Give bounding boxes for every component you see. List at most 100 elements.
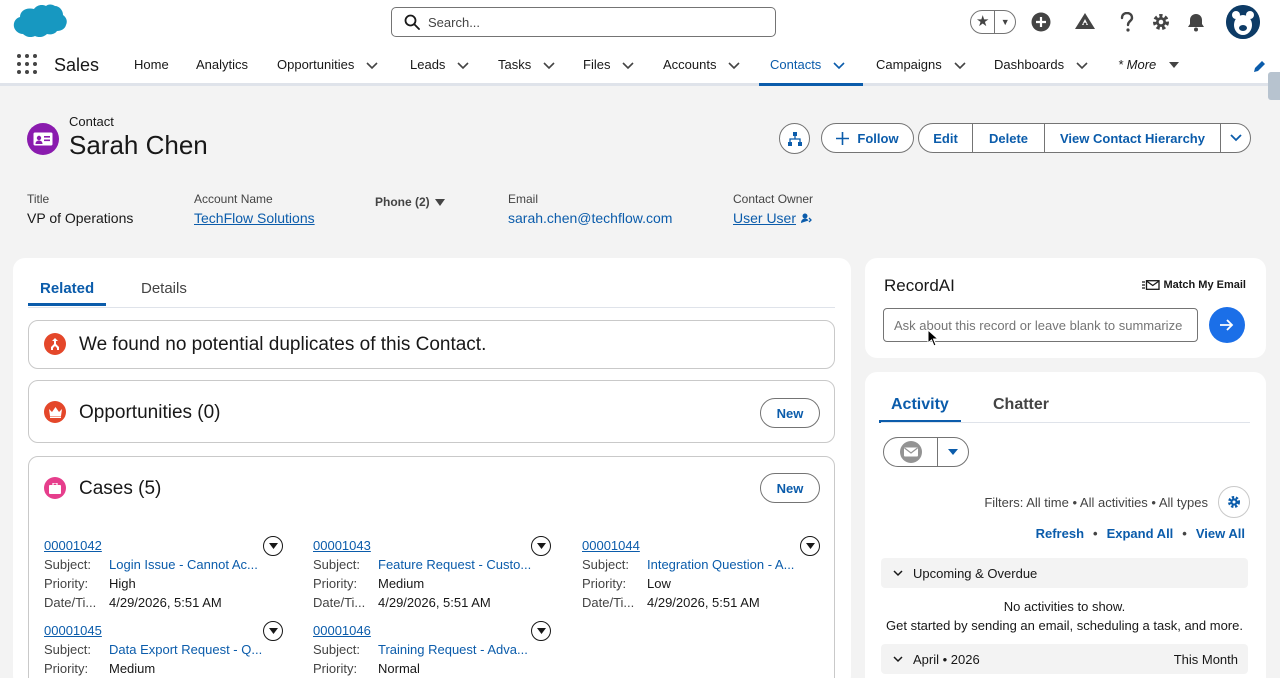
tab-divider: [28, 307, 835, 308]
chevron-down-icon[interactable]: [954, 59, 966, 71]
user-avatar[interactable]: [1226, 5, 1260, 39]
email-action-group[interactable]: [883, 437, 969, 467]
follow-button[interactable]: Follow: [821, 123, 914, 153]
chevron-down-icon: [1229, 134, 1242, 142]
nav-item-more[interactable]: * More: [1118, 46, 1180, 83]
view-contact-hierarchy-button[interactable]: View Contact Hierarchy: [1044, 123, 1221, 153]
change-owner-icon[interactable]: [800, 212, 812, 224]
global-create-icon[interactable]: [1030, 11, 1052, 33]
case-number-link[interactable]: 00001043: [313, 538, 371, 553]
view-all-link[interactable]: View All: [1196, 526, 1245, 541]
expand-all-link[interactable]: Expand All: [1107, 526, 1174, 541]
email-link[interactable]: sarah.chen@techflow.com: [508, 210, 672, 226]
tab-chatter[interactable]: Chatter: [993, 396, 1049, 414]
favorites-dropdown-icon[interactable]: ▼: [995, 17, 1015, 27]
caret-down-icon: [536, 543, 546, 549]
chevron-down-icon[interactable]: [728, 59, 741, 71]
case-row-action-menu[interactable]: [263, 536, 283, 556]
nav-item-dashboards[interactable]: Dashboards: [994, 46, 1088, 83]
caret-down-icon: [268, 628, 278, 634]
case-row-action-menu[interactable]: [800, 536, 820, 556]
caret-down-icon[interactable]: [1168, 59, 1180, 71]
favorites-group[interactable]: ★ ▼: [970, 10, 1016, 34]
case-subject-link[interactable]: Login Issue - Cannot Ac...: [109, 557, 258, 572]
nav-item-files[interactable]: Files: [583, 46, 635, 83]
case-row-action-menu[interactable]: [531, 621, 551, 641]
record-ai-send-button[interactable]: [1209, 307, 1245, 343]
global-search[interactable]: [391, 7, 776, 37]
side-panel-handle[interactable]: [1268, 72, 1280, 100]
edit-nav-pencil-icon[interactable]: [1252, 60, 1266, 74]
case-tile: 00001044 Subject: Integration Question - …: [582, 538, 795, 610]
email-action-button[interactable]: [884, 438, 938, 466]
trailhead-icon[interactable]: [1074, 11, 1096, 33]
nav-item-accounts[interactable]: Accounts: [663, 46, 741, 83]
salesforce-cloud-logo[interactable]: [10, 3, 68, 43]
tab-details[interactable]: Details: [141, 280, 187, 297]
nav-item-campaigns[interactable]: Campaigns: [876, 46, 966, 83]
edit-button[interactable]: Edit: [918, 123, 973, 153]
case-number-link[interactable]: 00001042: [44, 538, 102, 553]
duplicate-merge-icon: [44, 333, 66, 355]
account-link[interactable]: TechFlow Solutions: [194, 210, 315, 226]
record-title: Sarah Chen: [69, 130, 208, 160]
field-title: Title VP of Operations: [27, 192, 134, 226]
case-number-link[interactable]: 00001045: [44, 623, 102, 638]
tab-related[interactable]: Related: [27, 280, 107, 306]
new-case-button[interactable]: New: [760, 473, 820, 503]
app-name: Sales: [54, 55, 100, 75]
cases-title[interactable]: Cases (5): [79, 478, 161, 500]
hierarchy-button[interactable]: [779, 123, 810, 154]
caret-down-icon[interactable]: [434, 198, 445, 206]
tab-activity[interactable]: Activity: [879, 396, 961, 423]
chevron-down-icon: [893, 570, 903, 577]
setup-gear-icon[interactable]: [1150, 11, 1172, 33]
chevron-down-icon[interactable]: [457, 59, 469, 71]
opportunities-title[interactable]: Opportunities (0): [79, 402, 221, 424]
refresh-link[interactable]: Refresh: [1036, 526, 1084, 541]
case-subject-link[interactable]: Data Export Request - Q...: [109, 642, 262, 657]
nav-item-opportunities[interactable]: Opportunities: [277, 46, 378, 83]
chevron-down-icon[interactable]: [543, 59, 555, 71]
delete-button[interactable]: Delete: [972, 123, 1045, 153]
email-action-dropdown[interactable]: [938, 438, 968, 466]
caret-down-icon: [536, 628, 546, 634]
case-subject-link[interactable]: Training Request - Adva...: [378, 642, 528, 657]
case-subject-link[interactable]: Feature Request - Custo...: [378, 557, 531, 572]
activity-filter-settings-button[interactable]: [1218, 486, 1250, 518]
field-phone[interactable]: Phone (2): [375, 195, 445, 209]
owner-link[interactable]: User User: [733, 210, 796, 226]
match-my-email-button[interactable]: Match My Email: [1142, 279, 1246, 291]
nav-item-leads[interactable]: Leads: [410, 46, 469, 83]
help-icon[interactable]: [1116, 11, 1138, 33]
record-ai-title: RecordAI: [884, 276, 955, 295]
nav-item-contacts[interactable]: Contacts: [758, 46, 864, 86]
case-row-action-menu[interactable]: [263, 621, 283, 641]
favorite-star-icon[interactable]: ★: [971, 11, 996, 33]
caret-down-icon: [948, 449, 958, 455]
nav-item-home[interactable]: Home: [134, 46, 169, 83]
more-actions-button[interactable]: [1220, 123, 1251, 153]
nav-item-tasks[interactable]: Tasks: [498, 46, 555, 83]
new-opportunity-button[interactable]: New: [760, 398, 820, 428]
nav-item-analytics[interactable]: Analytics: [196, 46, 248, 83]
email-icon: [899, 441, 922, 463]
activity-links: Refresh • Expand All • View All: [1035, 526, 1245, 541]
case-tile: 00001046 Subject: Training Request - Adva…: [313, 623, 528, 676]
case-row-action-menu[interactable]: [531, 536, 551, 556]
chevron-down-icon[interactable]: [833, 59, 845, 71]
case-tile: 00001045 Subject: Data Export Request - Q…: [44, 623, 263, 676]
case-number-link[interactable]: 00001044: [582, 538, 640, 553]
search-input[interactable]: [428, 14, 748, 30]
case-subject-link[interactable]: Integration Question - A...: [647, 557, 794, 572]
related-details-card: Related Details We found no potential du…: [13, 258, 851, 678]
notifications-bell-icon[interactable]: [1185, 11, 1207, 33]
cases-related-list: Cases (5) New 00001042 Subject: Login Iss…: [28, 456, 835, 678]
upcoming-overdue-section[interactable]: Upcoming & Overdue: [881, 558, 1248, 588]
chevron-down-icon[interactable]: [366, 59, 378, 71]
month-section[interactable]: April • 2026 This Month: [881, 644, 1248, 674]
case-number-link[interactable]: 00001046: [313, 623, 371, 638]
app-launcher-icon[interactable]: [17, 54, 37, 74]
chevron-down-icon[interactable]: [622, 59, 635, 71]
chevron-down-icon[interactable]: [1076, 59, 1088, 71]
